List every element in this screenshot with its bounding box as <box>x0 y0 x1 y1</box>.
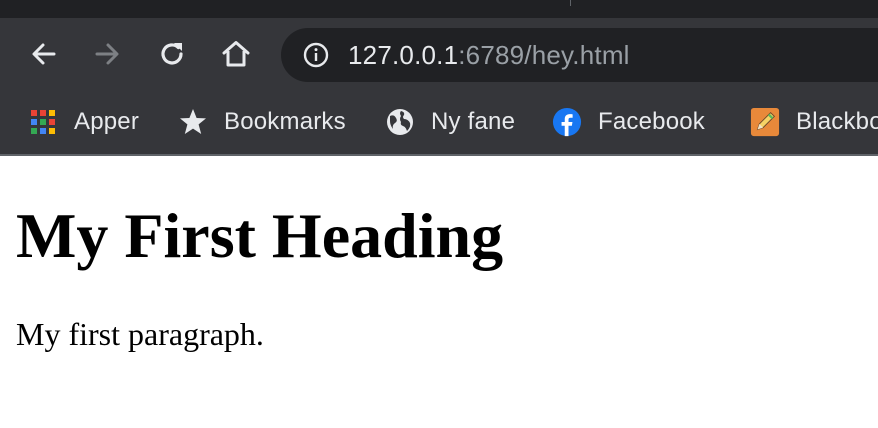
browser-toolbar: 127.0.0.1:6789/hey.html <box>0 18 878 90</box>
bookmark-apper[interactable]: Apper <box>28 102 139 142</box>
reload-button[interactable] <box>154 36 190 72</box>
address-bar[interactable]: 127.0.0.1:6789/hey.html <box>281 28 878 82</box>
bookmark-ny-fane[interactable]: Ny fane <box>385 102 515 142</box>
browser-window: 127.0.0.1:6789/hey.html Apper Bookmarks … <box>0 0 878 428</box>
bookmark-label: Apper <box>74 108 140 135</box>
home-button[interactable] <box>218 36 254 72</box>
bookmark-label: Blackbo <box>796 108 878 135</box>
page-content: My First Heading My first paragraph. <box>0 156 878 428</box>
url-path: :6789/hey.html <box>458 40 630 70</box>
bookmarks-bar: Apper Bookmarks Ny fane Facebook Blackbo <box>0 90 878 154</box>
facebook-icon <box>552 107 582 137</box>
bookmark-label: Ny fane <box>431 108 516 135</box>
bookmark-facebook[interactable]: Facebook <box>552 102 705 142</box>
arrow-left-icon <box>30 40 58 68</box>
bookmark-bookmarks[interactable]: Bookmarks <box>178 102 346 142</box>
arrow-right-icon <box>93 40 121 68</box>
url-host: 127.0.0.1 <box>348 40 459 70</box>
bookmark-label: Bookmarks <box>224 108 346 135</box>
home-icon <box>221 39 251 69</box>
globe-icon <box>385 107 415 137</box>
info-icon[interactable] <box>303 42 329 68</box>
tab-strip <box>0 0 878 18</box>
pencil-icon <box>750 107 780 137</box>
page-paragraph: My first paragraph. <box>16 316 264 352</box>
forward-button[interactable] <box>89 36 125 72</box>
bookmark-blackbo[interactable]: Blackbo <box>750 102 878 142</box>
page-heading: My First Heading <box>16 200 504 271</box>
back-button[interactable] <box>26 36 62 72</box>
apps-grid-icon <box>28 107 58 137</box>
reload-icon <box>157 39 187 69</box>
tab-divider <box>570 0 571 6</box>
bookmark-label: Facebook <box>598 108 705 135</box>
star-icon <box>178 107 208 137</box>
url-text[interactable]: 127.0.0.1:6789/hey.html <box>348 40 630 70</box>
